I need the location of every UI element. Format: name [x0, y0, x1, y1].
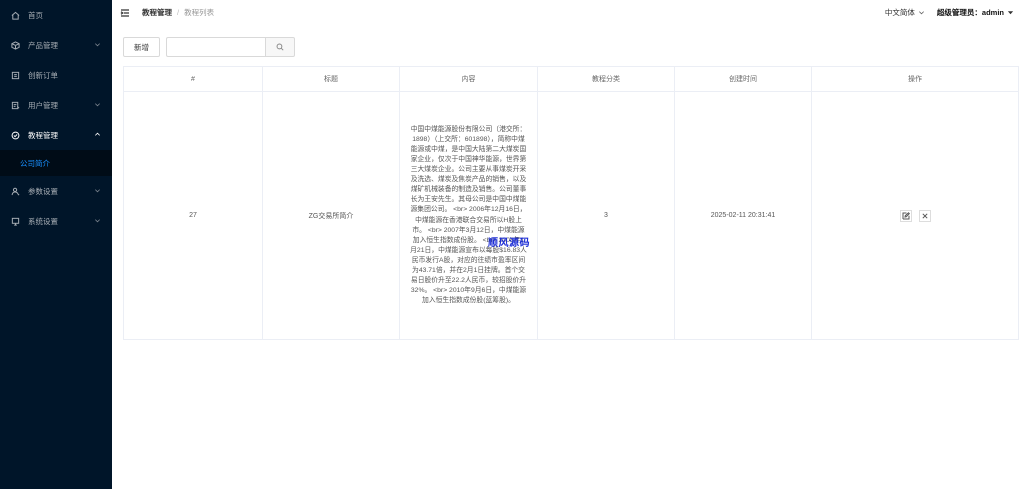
chevron-up-icon	[94, 131, 102, 139]
language-label: 中文简体	[884, 8, 915, 17]
sidebar-subitem-label: 公司简介	[20, 158, 50, 168]
sidebar-item-params[interactable]: 参数设置	[0, 176, 112, 206]
home-icon	[10, 10, 20, 20]
monitor-icon	[10, 216, 20, 226]
sidebar-item-home[interactable]: 首页	[0, 0, 112, 30]
table-row: 27 ZG交易所简介 中国中煤能源股份有限公司（港交所：1898）（上交所：60…	[123, 91, 1019, 340]
toolbar: 新增	[123, 37, 295, 57]
sidebar-item-label: 参数设置	[28, 186, 58, 196]
close-icon	[921, 212, 928, 219]
column-header-id: #	[123, 66, 263, 92]
menu-fold-icon[interactable]	[120, 8, 130, 18]
column-header-actions: 操作	[811, 66, 1019, 92]
caret-down-icon	[1007, 11, 1014, 15]
sidebar-item-label: 首页	[28, 10, 43, 20]
cell-id: 27	[123, 91, 263, 340]
sidebar-subitem-company-intro[interactable]: 公司简介	[0, 150, 112, 176]
sidebar-item-label: 系统设置	[28, 216, 58, 226]
sidebar-item-label: 产品管理	[28, 40, 58, 50]
sidebar: 首页 产品管理 创新订单 用户管理 教程管理 公司简介 参数设置 系统设置	[0, 0, 112, 489]
chevron-down-icon	[918, 11, 924, 15]
breadcrumb-current: 教程列表	[184, 8, 215, 17]
breadcrumb-parent[interactable]: 教程管理	[142, 7, 172, 18]
person-icon	[10, 186, 20, 196]
search-input[interactable]	[166, 37, 265, 57]
sidebar-item-system[interactable]: 系统设置	[0, 206, 112, 236]
chevron-down-icon	[94, 101, 102, 109]
column-header-content: 内容	[399, 66, 538, 92]
column-header-created: 创建时间	[674, 66, 812, 92]
user-list-icon	[10, 100, 20, 110]
tutorial-table: # 标题 内容 教程分类 创建时间 操作 27 ZG交易所简介 中国中煤能源股份…	[123, 66, 1019, 340]
search-icon	[276, 43, 284, 51]
cell-created-at: 2025-02-11 20:31:41	[674, 91, 812, 340]
edit-button[interactable]	[899, 209, 912, 222]
watermark-text: 顺风源码	[488, 238, 530, 249]
sidebar-submenu: 公司简介	[0, 150, 112, 176]
cell-content: 中国中煤能源股份有限公司（港交所：1898）（上交所：601898），简称中煤能…	[399, 91, 538, 340]
sidebar-item-tutorials[interactable]: 教程管理	[0, 120, 112, 150]
edit-icon	[902, 211, 910, 219]
user-label: 超级管理员：admin	[936, 8, 1004, 17]
cell-category: 3	[537, 91, 675, 340]
main-content: 教程管理 / 教程列表 中文简体 超级管理员：admin 新增 # 标题 内容 …	[112, 0, 1024, 489]
top-header: 教程管理 / 教程列表 中文简体 超级管理员：admin	[112, 0, 1024, 25]
language-selector[interactable]: 中文简体	[885, 7, 925, 18]
cube-icon	[10, 40, 20, 50]
check-circle-icon	[10, 130, 20, 140]
calendar-icon	[10, 70, 20, 80]
chevron-down-icon	[94, 187, 102, 195]
table-header-row: # 标题 内容 教程分类 创建时间 操作	[123, 66, 1019, 92]
cell-title: ZG交易所简介	[262, 91, 400, 340]
cell-actions	[811, 91, 1019, 340]
user-menu[interactable]: 超级管理员：admin	[937, 7, 1014, 18]
sidebar-item-label: 用户管理	[28, 100, 58, 110]
sidebar-item-products[interactable]: 产品管理	[0, 30, 112, 60]
add-button[interactable]: 新增	[123, 37, 160, 57]
breadcrumb-separator: /	[177, 8, 180, 17]
sidebar-item-users[interactable]: 用户管理	[0, 90, 112, 120]
search-button[interactable]	[265, 37, 295, 57]
sidebar-item-label: 教程管理	[28, 130, 58, 140]
delete-button[interactable]	[918, 209, 931, 222]
chevron-down-icon	[94, 217, 102, 225]
sidebar-item-orders[interactable]: 创新订单	[0, 60, 112, 90]
chevron-down-icon	[94, 41, 102, 49]
column-header-title: 标题	[262, 66, 400, 92]
column-header-category: 教程分类	[537, 66, 675, 92]
sidebar-item-label: 创新订单	[28, 70, 58, 80]
